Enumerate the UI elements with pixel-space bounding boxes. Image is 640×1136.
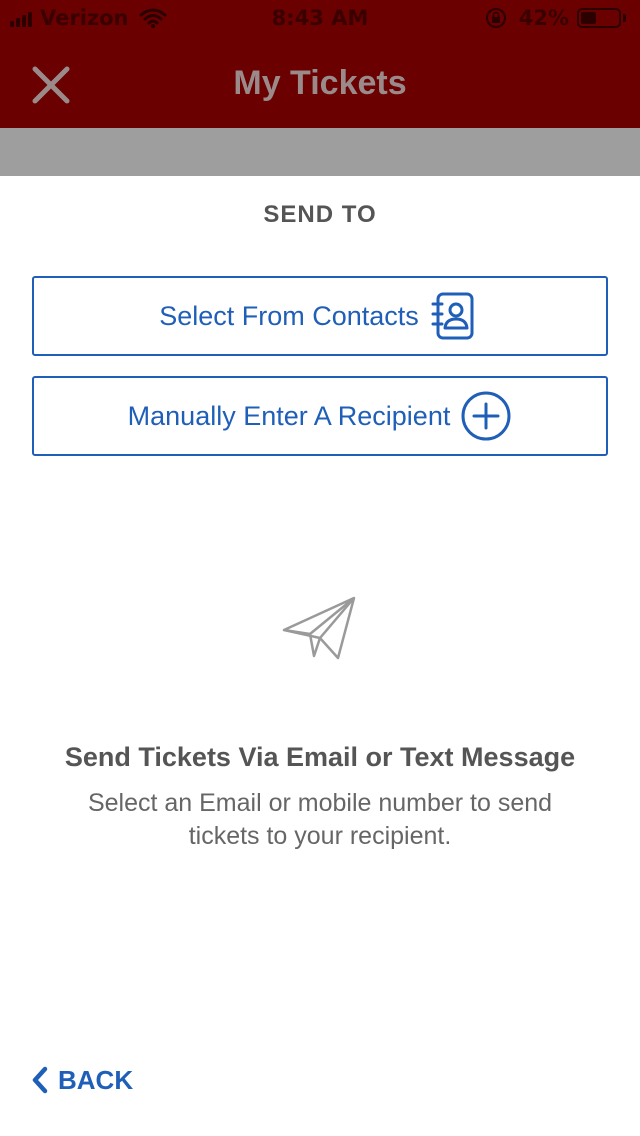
empty-state-description: Select an Email or mobile number to send… xyxy=(87,789,553,850)
orientation-lock-icon xyxy=(485,8,506,28)
manually-enter-recipient-label: Manually Enter A Recipient xyxy=(127,400,451,431)
back-label: BACK xyxy=(58,1064,134,1095)
chevron-left-icon xyxy=(32,1066,48,1094)
plus-circle-icon xyxy=(461,391,511,441)
nav-bar: My Tickets xyxy=(0,40,640,128)
battery-fill xyxy=(581,12,596,24)
status-right: 42% xyxy=(485,6,626,30)
send-to-heading: SEND TO xyxy=(263,201,377,228)
select-from-contacts-label: Select From Contacts xyxy=(159,300,419,331)
empty-state-title: Send Tickets Via Email or Text Message xyxy=(64,742,576,772)
back-button[interactable]: BACK xyxy=(30,1060,133,1100)
select-from-contacts-button[interactable]: Select From Contacts xyxy=(32,276,608,356)
page-title: My Tickets xyxy=(233,64,407,102)
paper-plane-icon xyxy=(282,596,356,660)
header-divider-band xyxy=(0,128,640,176)
battery-percent: 42% xyxy=(518,6,569,30)
status-bar: Verizon 8:43 AM 42% xyxy=(0,0,640,40)
battery-tip xyxy=(623,14,626,22)
contacts-book-icon xyxy=(431,292,474,340)
battery-icon xyxy=(577,8,621,28)
manually-enter-recipient-button[interactable]: Manually Enter A Recipient xyxy=(32,376,608,456)
